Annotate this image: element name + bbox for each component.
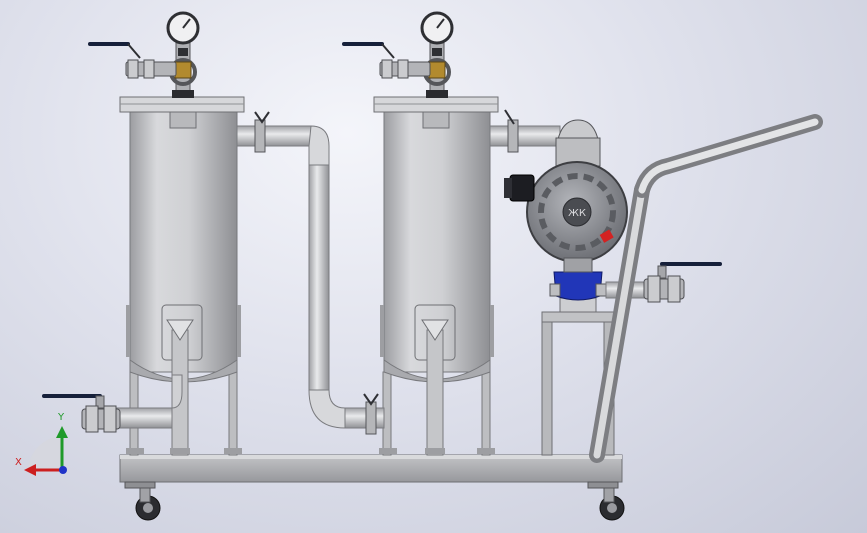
pressure-gauge-2 [420,11,454,98]
pressure-gauge-1 [166,11,200,98]
cad-viewport[interactable]: ЖК Y X [0,0,867,533]
x-axis-label: X [15,457,22,468]
outlet-pipe [489,109,561,153]
caster-left [124,481,161,521]
interconnect-pipe [236,111,385,435]
filtration-skid-drawing: ЖК [24,11,823,521]
base-frame [119,454,623,483]
diaphragm-pump: ЖК [504,119,628,301]
inlet-ball-valve[interactable] [42,394,121,433]
filter-housing-1 [119,96,245,456]
caster-right [587,481,625,521]
vent-valve-1[interactable] [88,42,177,79]
y-axis-label: Y [58,412,65,423]
push-handle[interactable] [589,114,823,463]
z-axis-dot [59,466,67,474]
inlet-pipe [111,374,183,429]
filter-housing-2 [373,96,499,456]
svg-text:ЖК: ЖК [568,208,586,219]
coordinate-triad [24,426,68,476]
vent-valve-2[interactable] [342,42,431,79]
